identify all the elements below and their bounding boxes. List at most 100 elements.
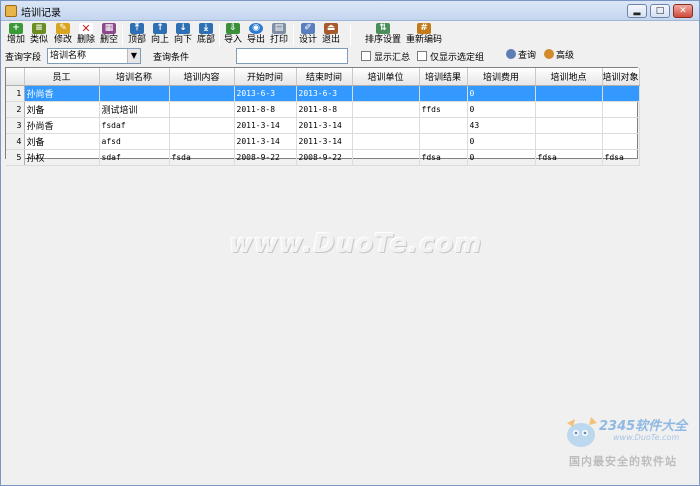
table-cell[interactable]: 2013-6-3 bbox=[234, 85, 297, 102]
similar-button[interactable]: ≡ 类似 bbox=[28, 23, 50, 47]
export-button[interactable]: ◉ 导出 bbox=[245, 23, 267, 47]
close-button[interactable]: ✕ bbox=[673, 4, 693, 18]
move-down-button[interactable]: ↓ 向下 bbox=[172, 23, 194, 47]
table-cell[interactable] bbox=[352, 101, 420, 118]
table-cell[interactable] bbox=[169, 117, 235, 134]
table-cell[interactable]: 孙尚香 bbox=[24, 85, 100, 102]
site-logo: 2345软件大全 www.DuoTe.com 国内最安全的软件站 bbox=[557, 411, 700, 486]
minimize-button[interactable]: ▂ bbox=[627, 4, 647, 18]
table-cell[interactable]: fsdaf bbox=[99, 117, 170, 134]
edit-button[interactable]: ✎ 修改 bbox=[52, 23, 74, 47]
maximize-button[interactable]: □ bbox=[650, 4, 670, 18]
search-button[interactable]: 查询 bbox=[506, 49, 536, 63]
table-cell[interactable]: 0 bbox=[467, 149, 536, 166]
table-cell[interactable]: 刘备 bbox=[24, 101, 100, 118]
recode-button[interactable]: # 重新编码 bbox=[404, 23, 444, 47]
title-bar[interactable]: 培训记录 ▂ □ ✕ bbox=[1, 1, 699, 21]
query-field-select[interactable]: 培训名称 ▼ bbox=[47, 48, 141, 64]
exit-button[interactable]: ⏏ 退出 bbox=[320, 23, 342, 47]
table-cell[interactable]: 2011-8-8 bbox=[296, 101, 353, 118]
table-cell[interactable] bbox=[602, 101, 640, 118]
table-cell[interactable] bbox=[535, 85, 603, 102]
column-header[interactable]: 员工 bbox=[24, 68, 100, 86]
design-button[interactable]: ✐ 设计 bbox=[297, 23, 319, 47]
table-cell[interactable]: 孙尚香 bbox=[24, 117, 100, 134]
move-top-button[interactable]: ⤒ 顶部 bbox=[126, 23, 148, 47]
table-cell[interactable]: fsda bbox=[169, 149, 235, 166]
table-cell[interactable]: fdsa bbox=[535, 149, 603, 166]
table-cell[interactable] bbox=[169, 133, 235, 150]
column-header[interactable]: 培训对象 bbox=[602, 68, 640, 86]
table-cell[interactable]: sdaf bbox=[99, 149, 170, 166]
query-condition-input[interactable] bbox=[236, 48, 348, 64]
search-icon bbox=[506, 49, 516, 59]
table-cell[interactable]: 刘备 bbox=[24, 133, 100, 150]
table-cell[interactable]: fdsa bbox=[419, 149, 468, 166]
bottom-icon: ⤓ bbox=[199, 23, 213, 34]
table-cell[interactable]: 2013-6-3 bbox=[296, 85, 353, 102]
advanced-button[interactable]: 高级 bbox=[544, 49, 574, 63]
table-row[interactable]: 2 刘备 测试培训 2011-8-8 2011-8-8 ffds 0 bbox=[6, 101, 640, 118]
table-cell[interactable]: 0 bbox=[467, 85, 536, 102]
clear-button[interactable]: ▦ 删空 bbox=[98, 23, 120, 47]
table-cell[interactable] bbox=[352, 85, 420, 102]
print-button[interactable]: ▤ 打印 bbox=[268, 23, 290, 47]
app-window: 培训记录 ▂ □ ✕ + 增加 ≡ 类似 ✎ 修改 ✕ 删除 ▦ 删空 ⤒ 顶部 bbox=[0, 0, 700, 486]
table-cell[interactable] bbox=[419, 133, 468, 150]
add-icon: + bbox=[9, 23, 23, 34]
table-row[interactable]: 5 孙权 sdaf fsda 2008-9-22 2008-9-22 fdsa … bbox=[6, 149, 640, 166]
table-cell[interactable]: afsd bbox=[99, 133, 170, 150]
column-header[interactable]: 培训名称 bbox=[99, 68, 170, 86]
table-row[interactable]: 4 刘备 afsd 2011-3-14 2011-3-14 0 bbox=[6, 133, 640, 150]
table-cell[interactable]: 2011-3-14 bbox=[234, 117, 297, 134]
sort-settings-button[interactable]: ⇅ 排序设置 bbox=[363, 23, 403, 47]
table-cell[interactable] bbox=[419, 117, 468, 134]
table-cell[interactable]: 孙权 bbox=[24, 149, 100, 166]
column-header[interactable]: 培训内容 bbox=[169, 68, 235, 86]
show-selected-checkbox[interactable] bbox=[417, 51, 427, 61]
table-cell[interactable]: 测试培训 bbox=[99, 101, 170, 118]
move-bottom-button[interactable]: ⤓ 底部 bbox=[195, 23, 217, 47]
table-cell[interactable] bbox=[169, 85, 235, 102]
column-header[interactable]: 培训地点 bbox=[535, 68, 603, 86]
move-up-button[interactable]: ↑ 向上 bbox=[149, 23, 171, 47]
table-cell[interactable]: 2011-3-14 bbox=[296, 133, 353, 150]
add-button[interactable]: + 增加 bbox=[5, 23, 27, 47]
column-header[interactable]: 开始时间 bbox=[234, 68, 297, 86]
table-cell[interactable]: 2011-3-14 bbox=[296, 117, 353, 134]
table-cell[interactable]: 43 bbox=[467, 117, 536, 134]
table-cell[interactable]: 0 bbox=[467, 133, 536, 150]
import-button[interactable]: ⇩ 导入 bbox=[222, 23, 244, 47]
table-cell[interactable] bbox=[169, 101, 235, 118]
site-watermark: www.DuoTe.com bbox=[229, 229, 483, 259]
table-cell[interactable] bbox=[535, 133, 603, 150]
table-cell[interactable] bbox=[602, 117, 640, 134]
table-cell[interactable] bbox=[352, 117, 420, 134]
table-cell[interactable] bbox=[352, 133, 420, 150]
table-cell[interactable]: 2011-3-14 bbox=[234, 133, 297, 150]
table-cell[interactable]: 2008-9-22 bbox=[296, 149, 353, 166]
table-cell[interactable] bbox=[419, 85, 468, 102]
table-cell[interactable] bbox=[535, 117, 603, 134]
chevron-down-icon[interactable]: ▼ bbox=[127, 49, 140, 63]
table-cell[interactable]: 0 bbox=[467, 101, 536, 118]
delete-button[interactable]: ✕ 删除 bbox=[75, 23, 97, 47]
table-cell[interactable]: 2008-9-22 bbox=[234, 149, 297, 166]
table-cell[interactable]: fdsa bbox=[602, 149, 640, 166]
column-header[interactable]: 培训单位 bbox=[352, 68, 420, 86]
table-cell[interactable] bbox=[99, 85, 170, 102]
column-header[interactable]: 结束时间 bbox=[296, 68, 353, 86]
table-cell[interactable] bbox=[602, 85, 640, 102]
row-number-header bbox=[6, 68, 25, 86]
table-cell[interactable] bbox=[602, 133, 640, 150]
table-cell[interactable] bbox=[535, 101, 603, 118]
show-summary-checkbox[interactable] bbox=[361, 51, 371, 61]
table-row[interactable]: 1 孙尚香 2013-6-3 2013-6-3 0 bbox=[6, 85, 640, 102]
table-cell[interactable]: 2011-8-8 bbox=[234, 101, 297, 118]
column-header[interactable]: 培训费用 bbox=[467, 68, 536, 86]
table-cell[interactable]: ffds bbox=[419, 101, 468, 118]
row-number: 4 bbox=[6, 133, 25, 150]
table-cell[interactable] bbox=[352, 149, 420, 166]
column-header[interactable]: 培训结果 bbox=[419, 68, 468, 86]
table-row[interactable]: 3 孙尚香 fsdaf 2011-3-14 2011-3-14 43 bbox=[6, 117, 640, 134]
